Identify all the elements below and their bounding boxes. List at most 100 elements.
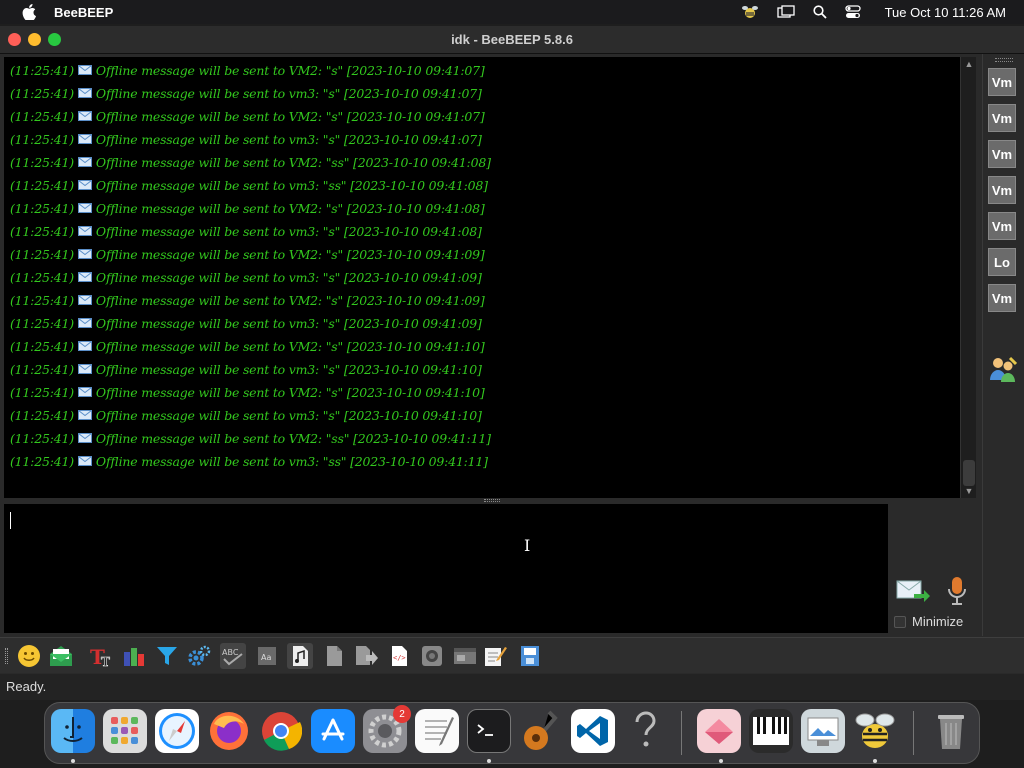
chat-message: (11:25:41) Offline message will be sent t… [10,197,485,220]
apps-collection-icon[interactable] [697,709,741,753]
window-switcher-icon[interactable] [776,5,795,19]
message-timestamp: (11:25:41) [10,431,74,446]
panel-grip-handle[interactable] [995,58,1013,62]
message-timestamp: (11:25:41) [10,454,74,469]
svg-text:</>: </> [393,654,406,662]
scroll-down-arrow-icon[interactable]: ▼ [964,486,974,496]
user-button[interactable]: Vm [988,140,1016,168]
message-timestamp: (11:25:41) [10,132,74,147]
scroll-up-arrow-icon[interactable]: ▲ [964,59,974,69]
message-input[interactable]: I [4,504,888,633]
garageband-icon[interactable] [519,709,563,753]
text-font-icon[interactable]: TT [88,643,114,669]
envelope-icon [77,316,92,328]
beebeep-tray-icon[interactable] [741,4,759,20]
app-store-icon[interactable] [311,709,355,753]
svg-text:ABC: ABC [222,648,239,657]
chat-message: (11:25:41) Offline message will be sent t… [10,105,485,128]
active-app-name[interactable]: BeeBEEP [54,5,113,20]
system-settings-icon[interactable]: 2 [363,705,411,753]
text-color-icon[interactable] [121,643,147,669]
envelope-icon [77,454,92,466]
chat-message: (11:25:41) Offline message will be sent t… [10,335,485,358]
safari-icon[interactable] [155,709,199,753]
terminal-icon[interactable] [467,709,511,753]
message-text: Offline message will be sent to vm3: "s"… [95,224,482,239]
user-button[interactable]: Lo [988,248,1016,276]
message-text: Offline message will be sent to vm3: "s"… [95,316,482,331]
chat-log[interactable]: (11:25:41) Offline message will be sent t… [4,57,960,498]
open-mail-icon[interactable] [48,643,74,669]
message-text: Offline message will be sent to VM2: "s"… [95,385,485,400]
voice-message-button[interactable] [946,576,968,606]
settings-gear-icon[interactable] [186,643,212,669]
message-timestamp: (11:25:41) [10,201,74,216]
window-capture-icon[interactable] [452,643,478,669]
envelope-icon [77,155,92,167]
toolbar-grip-handle[interactable] [5,648,8,664]
firefox-icon[interactable] [207,709,251,753]
message-timestamp: (11:25:41) [10,385,74,400]
beebeep-dock-icon[interactable] [853,709,897,753]
envelope-icon [77,431,92,443]
message-text: Offline message will be sent to vm3: "s"… [95,270,482,285]
ibeam-cursor-icon: I [524,536,531,555]
chat-message: (11:25:41) Offline message will be sent t… [10,381,485,404]
window-titlebar[interactable]: idk - BeeBEEP 5.8.6 [0,26,1024,54]
document-icon[interactable] [321,643,347,669]
beebeep-running-dot [873,759,877,763]
dock-separator [681,711,682,755]
apple-menu-icon[interactable] [20,3,38,21]
piano-app-icon[interactable] [749,709,793,753]
message-text: Offline message will be sent to vm3: "s"… [95,362,482,377]
finder-icon[interactable] [51,709,95,753]
textedit-icon[interactable] [415,709,459,753]
group-users-icon[interactable] [988,354,1018,384]
chat-message: (11:25:41) Offline message will be sent t… [10,220,482,243]
user-button[interactable]: Vm [988,284,1016,312]
emoticon-icon[interactable] [16,643,42,669]
filter-icon[interactable] [154,643,180,669]
html-code-icon[interactable]: </> [386,643,412,669]
launchpad-icon[interactable] [103,709,147,753]
trash-icon[interactable] [929,709,973,753]
vscode-icon[interactable] [571,709,615,753]
user-button[interactable]: Vm [988,176,1016,204]
chat-message: (11:25:41) Offline message will be sent t… [10,59,485,82]
user-button[interactable]: Vm [988,104,1016,132]
chat-message: (11:25:41) Offline message will be sent t… [10,151,491,174]
send-folder-icon[interactable] [353,643,379,669]
message-text: Offline message will be sent to VM2: "s"… [95,201,485,216]
send-message-button[interactable] [896,578,930,604]
text-caret [10,512,11,529]
save-chat-icon[interactable] [517,643,543,669]
user-button[interactable]: Vm [988,68,1016,96]
chat-log-scrollbar[interactable]: ▲ ▼ [960,57,976,498]
spotlight-search-icon[interactable] [812,5,827,19]
dictionary-icon[interactable]: Aa [254,643,280,669]
message-text: Offline message will be sent to VM2: "s"… [95,63,485,78]
screenshot-icon[interactable] [419,643,445,669]
minimize-checkbox-box[interactable] [894,615,906,628]
control-center-icon[interactable] [844,5,861,19]
user-list-panel: Vm Vm Vm Vm Vm Lo Vm [982,54,1024,636]
send-file-icon[interactable] [287,643,313,669]
menubar-clock[interactable]: Tue Oct 10 11:26 AM [885,5,1006,20]
chrome-icon[interactable] [259,709,303,753]
chat-message: (11:25:41) Offline message will be sent t… [10,289,485,312]
message-timestamp: (11:25:41) [10,408,74,423]
user-button[interactable]: Vm [988,212,1016,240]
scrollbar-thumb[interactable] [963,460,975,486]
minimize-checkbox[interactable]: Minimize [894,614,963,629]
message-timestamp: (11:25:41) [10,224,74,239]
envelope-icon [77,408,92,420]
edit-notes-icon[interactable] [482,643,508,669]
preview-icon[interactable] [801,709,845,753]
svg-text:Aa: Aa [261,653,271,662]
status-text: Ready. [6,679,47,694]
status-bar: Ready. [0,674,1024,700]
message-timestamp: (11:25:41) [10,247,74,262]
message-text: Offline message will be sent to VM2: "s"… [95,293,485,308]
spellcheck-icon[interactable]: ABC [220,643,246,669]
unknown-app-question-icon[interactable] [623,709,667,753]
